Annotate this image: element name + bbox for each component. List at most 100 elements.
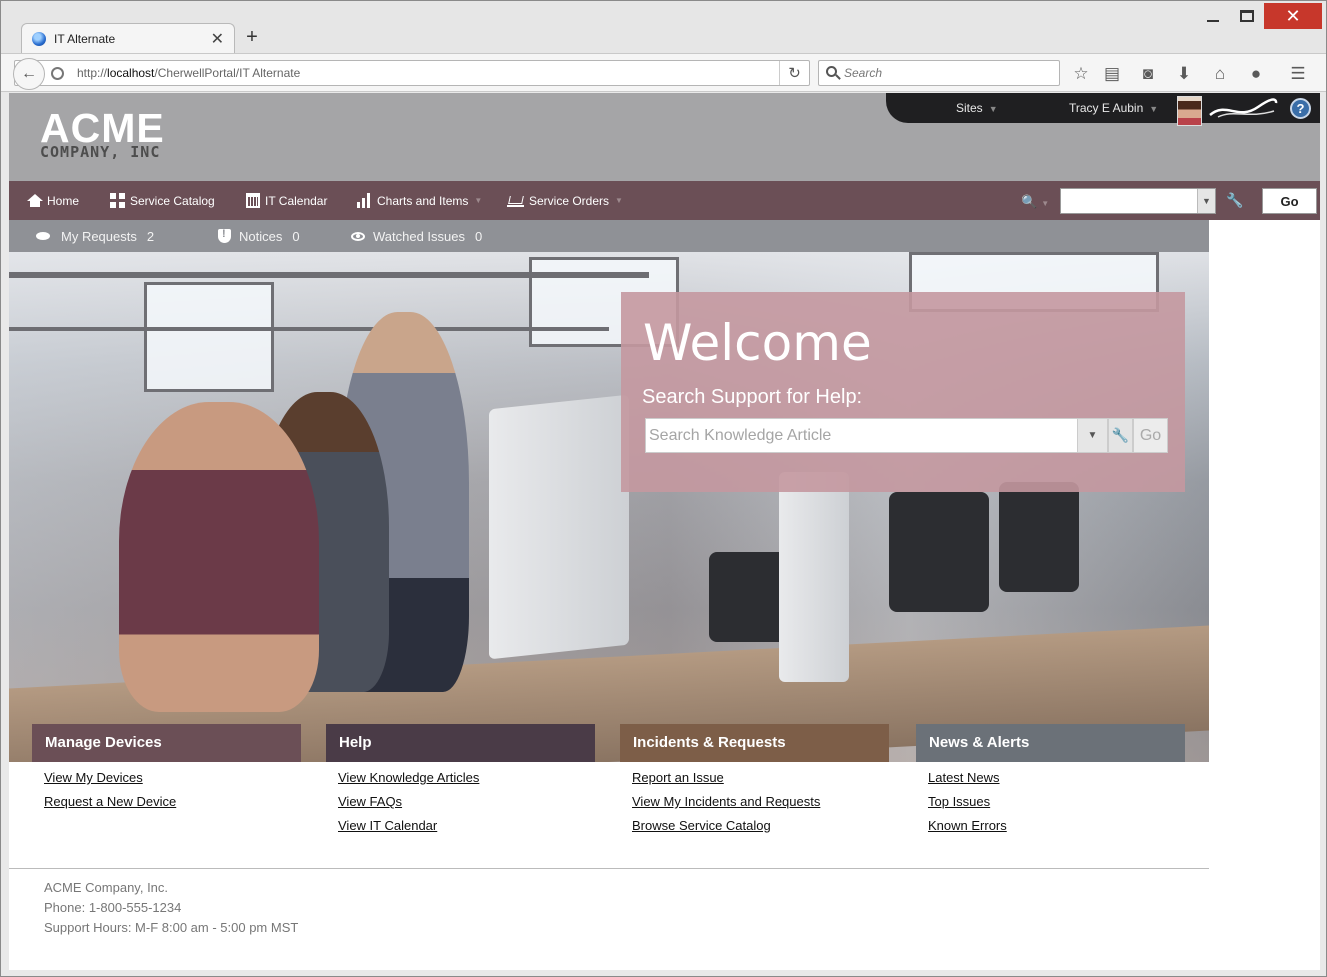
nav-service-orders[interactable]: Service Orders ▼ (507, 181, 623, 220)
search-icon (826, 66, 837, 77)
tile-manage-devices-header: Manage Devices (32, 724, 301, 762)
site-identity-icon[interactable] (51, 67, 64, 80)
footer-company: ACME Company, Inc. (44, 880, 169, 895)
maximize-button[interactable] (1230, 3, 1264, 29)
home-icon (27, 194, 43, 207)
link-request-new-device[interactable]: Request a New Device (44, 794, 176, 810)
avatar[interactable] (1177, 96, 1202, 126)
chevron-down-icon: ▼ (988, 104, 998, 114)
watched-issues-link[interactable]: Watched Issues 0 (351, 220, 482, 252)
hero-chair (999, 482, 1079, 592)
pocket-icon[interactable]: ◙ (1137, 63, 1159, 85)
menu-icon[interactable]: ☰ (1287, 63, 1309, 85)
cart-icon (507, 194, 524, 207)
tab-title: IT Alternate (54, 31, 116, 46)
footer-divider (9, 868, 1209, 869)
calendar-icon (246, 193, 260, 208)
welcome-subtitle: Search Support for Help: (642, 386, 863, 408)
reload-button[interactable]: ↻ (779, 61, 809, 85)
browser-tab[interactable]: IT Alternate ✕ (21, 23, 235, 53)
notices-label: Notices (239, 228, 283, 244)
link-report-issue[interactable]: Report an Issue (632, 770, 820, 786)
shield-alert-icon (218, 228, 231, 243)
knowledge-search-input[interactable]: Search Knowledge Article (645, 418, 1108, 453)
link-top-issues[interactable]: Top Issues (928, 794, 1007, 810)
notices-count: 0 (292, 228, 300, 244)
my-requests-label: My Requests (61, 228, 137, 244)
link-view-knowledge-articles[interactable]: View Knowledge Articles (338, 770, 479, 786)
knowledge-go-button[interactable]: Go (1133, 418, 1168, 453)
nav-service-orders-label: Service Orders (529, 193, 610, 208)
tab-close-icon[interactable]: ✕ (211, 29, 224, 49)
link-view-it-calendar[interactable]: View IT Calendar (338, 818, 479, 834)
portal-page: ACME COMPANY, INC Sites ▼ Tracy E Aubin ▼ … (9, 93, 1320, 970)
link-latest-news[interactable]: Latest News (928, 770, 1007, 786)
my-requests-count: 2 (146, 228, 155, 244)
chevron-down-icon[interactable]: ▼ (1197, 189, 1215, 213)
bookmark-star-icon[interactable]: ☆ (1070, 63, 1092, 85)
link-view-my-incidents[interactable]: View My Incidents and Requests (632, 794, 820, 810)
tile-incidents-header: Incidents & Requests (620, 724, 889, 762)
user-name: Tracy E Aubin (1069, 101, 1144, 115)
browser-search-input[interactable]: Search (818, 60, 1060, 86)
new-tab-button[interactable]: + (241, 26, 263, 48)
hero-monitor (779, 472, 849, 682)
hero-person (119, 402, 319, 712)
help-icon: ? (1296, 101, 1305, 116)
chat-icon[interactable]: ● (1245, 63, 1267, 85)
search-scope-icon[interactable]: 🔍 ▼ (1021, 194, 1049, 210)
home-icon[interactable]: ⌂ (1209, 63, 1231, 85)
hero-beam (9, 272, 649, 278)
tile-manage-devices-links: View My Devices Request a New Device (44, 770, 176, 818)
minimize-button[interactable] (1196, 3, 1230, 29)
chevron-down-icon: ▼ (1149, 104, 1159, 114)
link-known-errors[interactable]: Known Errors (928, 818, 1007, 834)
user-bar: Sites ▼ Tracy E Aubin ▼ ? (886, 93, 1320, 126)
my-requests-link[interactable]: My Requests 2 (36, 220, 154, 252)
sub-nav: My Requests 2 Notices 0 Watched Issues 0 (9, 220, 1209, 252)
download-icon[interactable]: ⬇ (1173, 63, 1195, 85)
link-view-my-devices[interactable]: View My Devices (44, 770, 176, 786)
tile-incidents-links: Report an Issue View My Incidents and Re… (632, 770, 820, 842)
browser-search-placeholder: Search (844, 66, 883, 80)
tile-help-header: Help (326, 724, 595, 762)
nav-home[interactable]: Home (27, 181, 79, 220)
browser-window: ✕ IT Alternate ✕ + ← http://localhost/Ch… (0, 0, 1327, 977)
wrench-icon[interactable]: 🔧 (1108, 418, 1133, 453)
back-button[interactable]: ← (13, 58, 45, 90)
wrench-icon[interactable]: 🔧 (1226, 192, 1243, 209)
bar-chart-icon (357, 193, 372, 208)
minimize-icon (1207, 20, 1219, 22)
chevron-down-icon: ▼ (615, 196, 623, 205)
address-bar[interactable]: ← http://localhost/CherwellPortal/IT Alt… (13, 58, 810, 90)
footer: ACME Company, Inc. Phone: 1-800-555-1234… (44, 878, 298, 938)
nav-search-input[interactable]: ▼ (1060, 188, 1216, 214)
nav-go-button[interactable]: Go (1262, 188, 1317, 214)
notices-link[interactable]: Notices 0 (218, 220, 300, 252)
nav-service-catalog-label: Service Catalog (130, 193, 215, 208)
speech-bubble-icon (36, 232, 50, 240)
watched-issues-label: Watched Issues (373, 228, 466, 244)
nav-service-catalog[interactable]: Service Catalog (110, 181, 215, 220)
link-browse-service-catalog[interactable]: Browse Service Catalog (632, 818, 820, 834)
url-host: localhost (107, 66, 155, 80)
maximize-icon (1240, 10, 1254, 22)
tile-help-links: View Knowledge Articles View FAQs View I… (338, 770, 479, 842)
tile-news-header: News & Alerts (916, 724, 1185, 762)
nav-it-calendar-label: IT Calendar (265, 193, 328, 208)
main-nav: Home Service Catalog IT Calendar Charts … (9, 181, 1320, 220)
nav-charts-and-items[interactable]: Charts and Items ▼ (357, 181, 482, 220)
watched-issues-count: 0 (475, 228, 483, 244)
link-view-faqs[interactable]: View FAQs (338, 794, 479, 810)
close-window-button[interactable]: ✕ (1264, 3, 1322, 29)
help-button[interactable]: ? (1290, 98, 1311, 119)
welcome-panel: Welcome Search Support for Help: Search … (621, 292, 1185, 492)
globe-icon (32, 31, 46, 46)
user-menu[interactable]: Tracy E Aubin ▼ (1069, 101, 1158, 115)
url-path: /CherwellPortal/IT Alternate (154, 66, 301, 80)
nav-it-calendar[interactable]: IT Calendar (246, 181, 327, 220)
sites-menu[interactable]: Sites ▼ (956, 101, 998, 115)
chevron-down-icon[interactable]: ▼ (1077, 419, 1107, 452)
sites-label: Sites (956, 101, 983, 115)
reading-list-icon[interactable]: ▤ (1101, 63, 1123, 85)
